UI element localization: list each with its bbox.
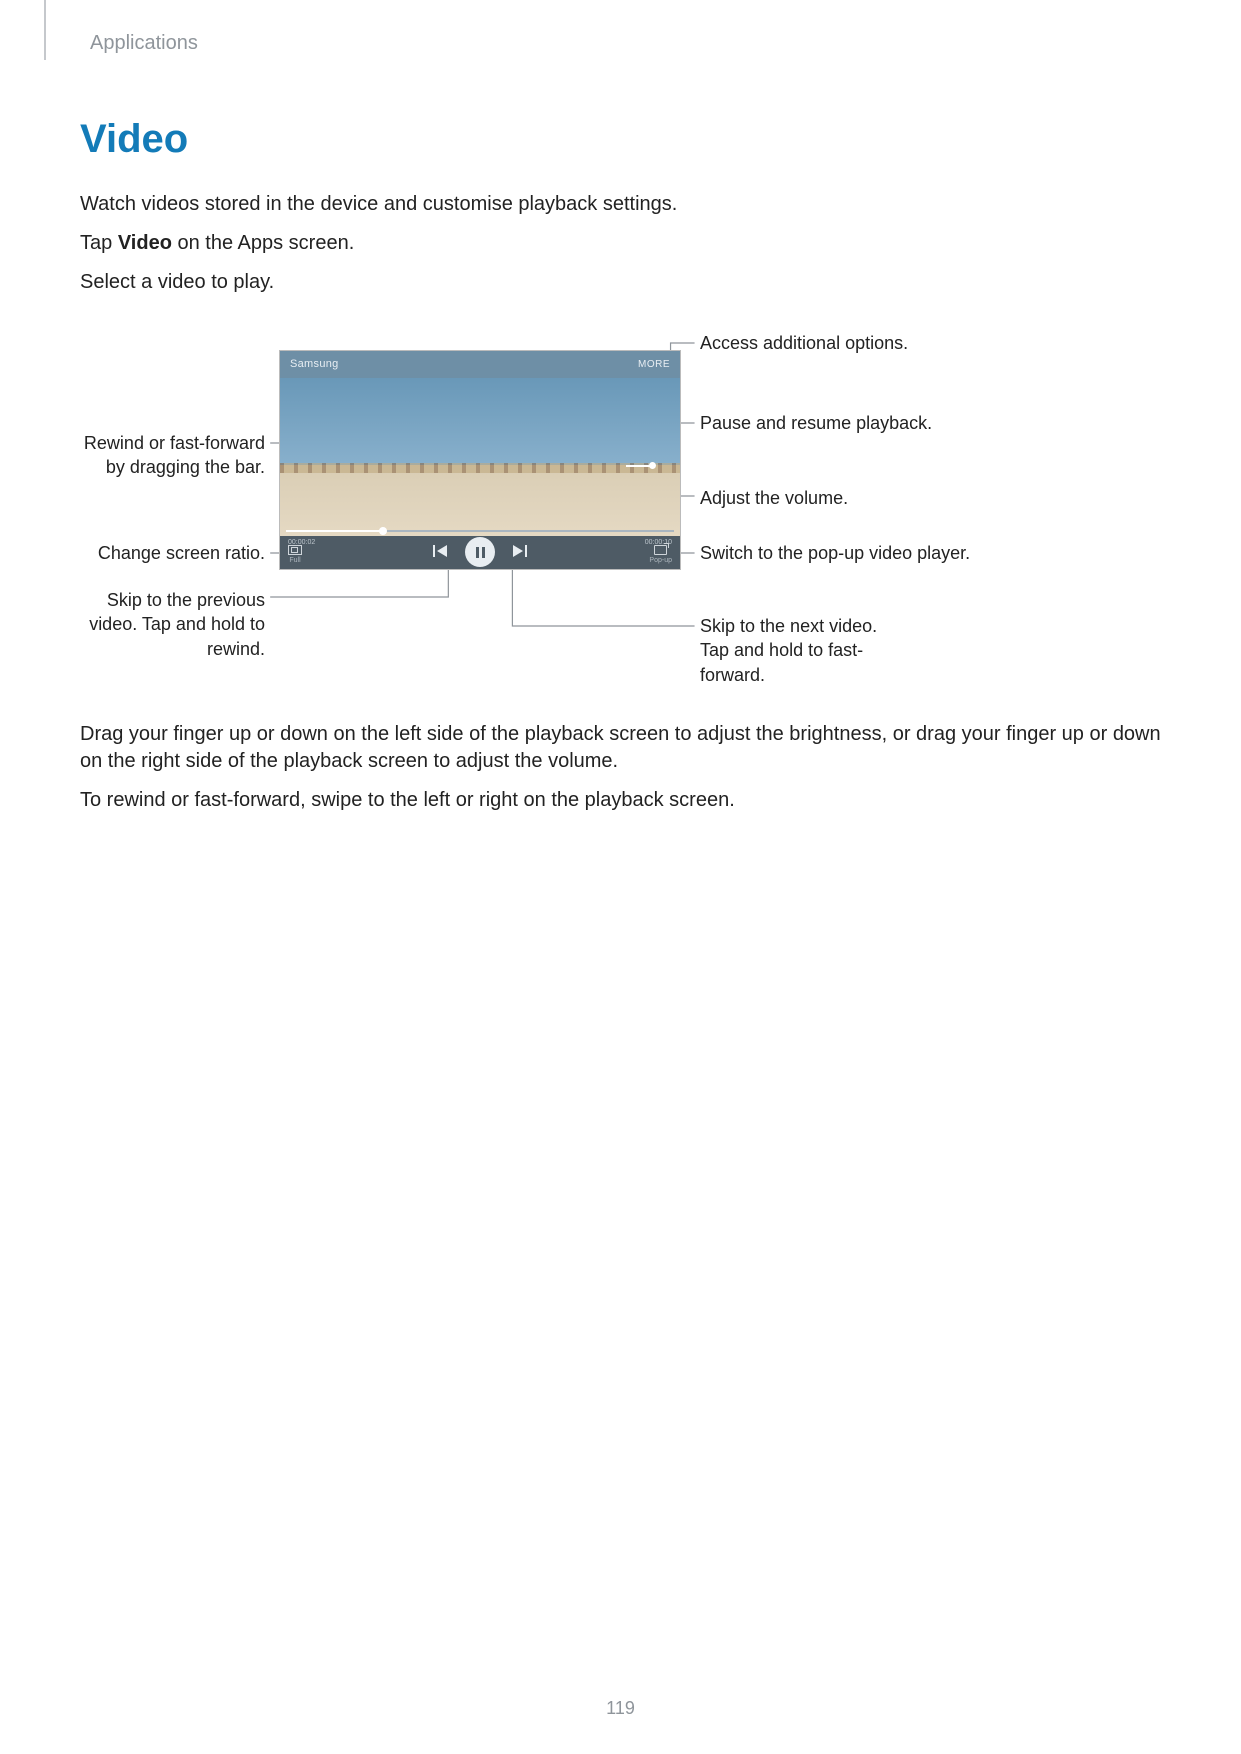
progress-fill [286, 530, 383, 532]
page-title: Video [80, 112, 1161, 166]
callout-skip-next: Skip to the next video. Tap and hold to … [700, 614, 890, 687]
after-paragraph-1: Drag your finger up or down on the left … [80, 721, 1161, 775]
screen-ratio-icon [288, 545, 302, 555]
callout-more-options: Access additional options. [700, 331, 908, 355]
intro-paragraph-tap: Tap Video on the Apps screen. [80, 230, 1161, 257]
callout-skip-previous: Skip to the previous video. Tap and hold… [80, 588, 265, 661]
section-breadcrumb: Applications [90, 30, 1161, 57]
video-player: Samsung MORE 00:00:02 00:00:10 [280, 351, 680, 569]
popup-player-label: Pop-up [649, 556, 672, 565]
volume-slider[interactable] [626, 465, 656, 467]
screen-ratio-button[interactable]: Full [288, 545, 302, 565]
volume-knob-icon[interactable] [649, 462, 656, 469]
callout-drag-bar: Rewind or fast-forward by dragging the b… [80, 431, 265, 480]
page-number: 119 [0, 1696, 1241, 1720]
skip-next-icon [513, 545, 527, 557]
player-title-bar: Samsung MORE [280, 351, 680, 378]
popup-player-icon [654, 545, 667, 555]
tap-text-suffix: on the Apps screen. [172, 232, 354, 254]
callout-pause-resume: Pause and resume playback. [700, 411, 932, 435]
skip-previous-icon [433, 545, 447, 557]
callout-popup-player: Switch to the pop-up video player. [700, 541, 970, 565]
popup-player-button[interactable]: Pop-up [649, 545, 672, 565]
skip-previous-button[interactable] [433, 545, 447, 557]
player-video-title: Samsung [290, 357, 339, 372]
video-frame[interactable] [280, 378, 680, 536]
tap-text-prefix: Tap [80, 232, 118, 254]
pause-icon [476, 547, 485, 558]
callout-adjust-volume: Adjust the volume. [700, 486, 848, 510]
skip-next-button[interactable] [513, 545, 527, 557]
screen-ratio-label: Full [289, 556, 300, 565]
callout-screen-ratio: Change screen ratio. [80, 541, 265, 565]
player-figure: Samsung MORE 00:00:02 00:00:10 [80, 331, 1161, 691]
progress-bar[interactable] [286, 530, 674, 532]
header-accent-rule [44, 0, 46, 60]
intro-paragraph-3: Select a video to play. [80, 269, 1161, 296]
player-control-bar: 00:00:02 00:00:10 Full [280, 536, 680, 569]
intro-paragraph-1: Watch videos stored in the device and cu… [80, 191, 1161, 218]
progress-knob-icon[interactable] [379, 527, 387, 535]
after-paragraph-2: To rewind or fast-forward, swipe to the … [80, 787, 1161, 814]
pause-button[interactable] [465, 537, 495, 567]
tap-text-bold: Video [118, 232, 172, 254]
video-scene-strip [280, 463, 680, 473]
more-button[interactable]: MORE [638, 358, 670, 372]
